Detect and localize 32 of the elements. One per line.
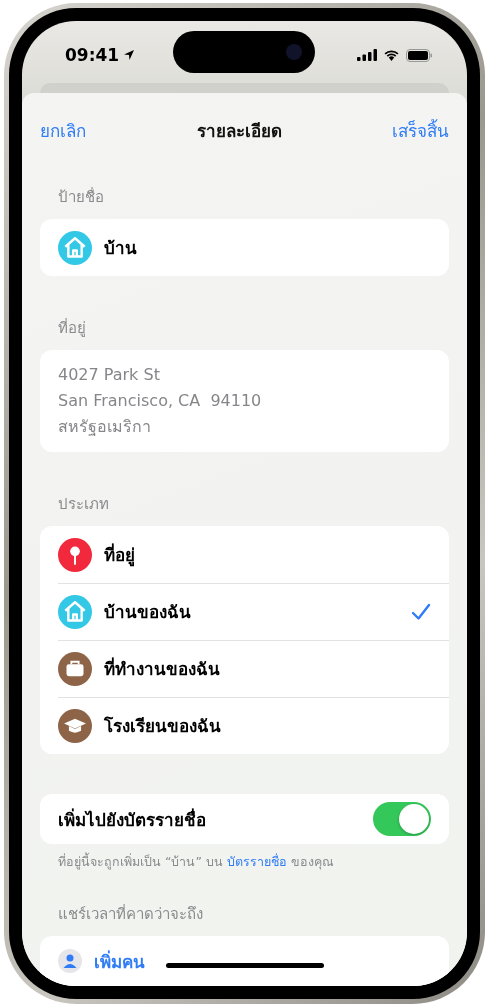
type-option[interactable]: โรงเรียนของฉัน xyxy=(40,697,449,754)
footnote-text: ของคุณ xyxy=(289,854,334,869)
option-label: บ้านของฉัน xyxy=(104,601,192,624)
section-header: ประเภท xyxy=(57,494,110,515)
section-header: แชร์เวลาที่คาดว่าจะถึง xyxy=(57,903,204,925)
type-option[interactable]: ที่อยู่ xyxy=(40,526,449,583)
address-line: San Francisco, CA 94110 xyxy=(58,390,263,412)
done-button[interactable]: เสร็จสิ้น xyxy=(392,116,449,144)
address-line: สหรัฐอเมริกา xyxy=(58,416,152,438)
section-header: ที่อยู่ xyxy=(57,317,87,339)
option-label: โรงเรียนของฉัน xyxy=(104,715,222,738)
option-label: ที่ทำงานของฉัน xyxy=(104,656,221,681)
type-option[interactable]: บ้านของฉัน xyxy=(40,583,449,640)
location-arrow-icon xyxy=(123,49,136,61)
address-line: 4027 Park St xyxy=(58,364,161,386)
toggle-label: เพิ่มไปยังบัตรรายชื่อ xyxy=(58,807,207,832)
option-label: ที่อยู่ xyxy=(104,542,136,568)
person-icon xyxy=(58,949,82,973)
signal-icon xyxy=(357,49,377,61)
wifi-icon xyxy=(383,49,400,61)
footnote-text: ที่อยู่นี้จะถูกเพิ่มเป็น “บ้าน” บน xyxy=(58,854,224,869)
battery-icon xyxy=(406,48,433,62)
type-option[interactable]: ที่ทำงานของฉัน xyxy=(40,640,449,697)
sheet-title: รายละเอียด xyxy=(196,119,282,143)
checkmark-icon xyxy=(411,602,431,621)
section-header: ป้ายชื่อ xyxy=(57,186,105,208)
contacts-link[interactable]: บัตรรายชื่อ xyxy=(226,854,287,869)
label-name: บ้าน xyxy=(104,237,138,260)
add-person-button[interactable]: เพิ่มคน xyxy=(94,947,145,975)
status-time: 09:41 xyxy=(65,45,136,65)
cancel-button[interactable]: ยกเลิก xyxy=(40,116,86,144)
contact-switch[interactable] xyxy=(373,802,431,836)
